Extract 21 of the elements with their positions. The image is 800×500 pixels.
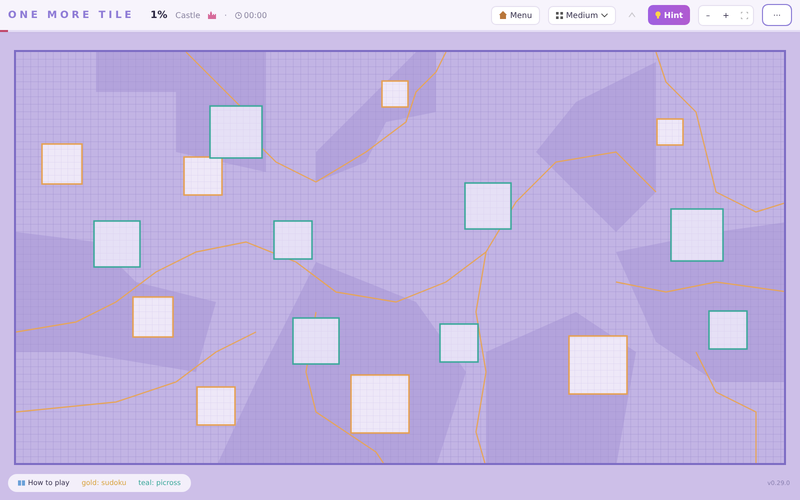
zoom-in-button[interactable]: + xyxy=(717,6,735,24)
separator-dot: · xyxy=(224,10,227,20)
puzzle-board-drawing[interactable] xyxy=(14,50,786,465)
chevron-down-icon xyxy=(601,12,608,18)
level-name: Castle xyxy=(175,10,200,20)
app-title: ONE MORE TILE xyxy=(8,10,134,20)
zoom-out-button[interactable]: – xyxy=(699,6,717,24)
house-icon xyxy=(499,11,508,19)
castle-icon xyxy=(208,11,216,19)
undo-icon xyxy=(628,12,636,18)
hint-button[interactable]: Hint xyxy=(648,5,690,25)
more-button[interactable]: ··· xyxy=(762,4,792,26)
grid-icon xyxy=(556,12,564,18)
lightbulb-icon xyxy=(655,11,662,19)
menu-button[interactable]: Menu xyxy=(491,6,540,24)
difficulty-select[interactable]: Medium xyxy=(548,6,616,24)
timer: 00:00 xyxy=(244,10,267,20)
progress-percent: 1% xyxy=(150,10,168,20)
fullscreen-icon xyxy=(740,12,748,18)
book-icon xyxy=(18,480,25,486)
clock-icon xyxy=(234,12,242,18)
